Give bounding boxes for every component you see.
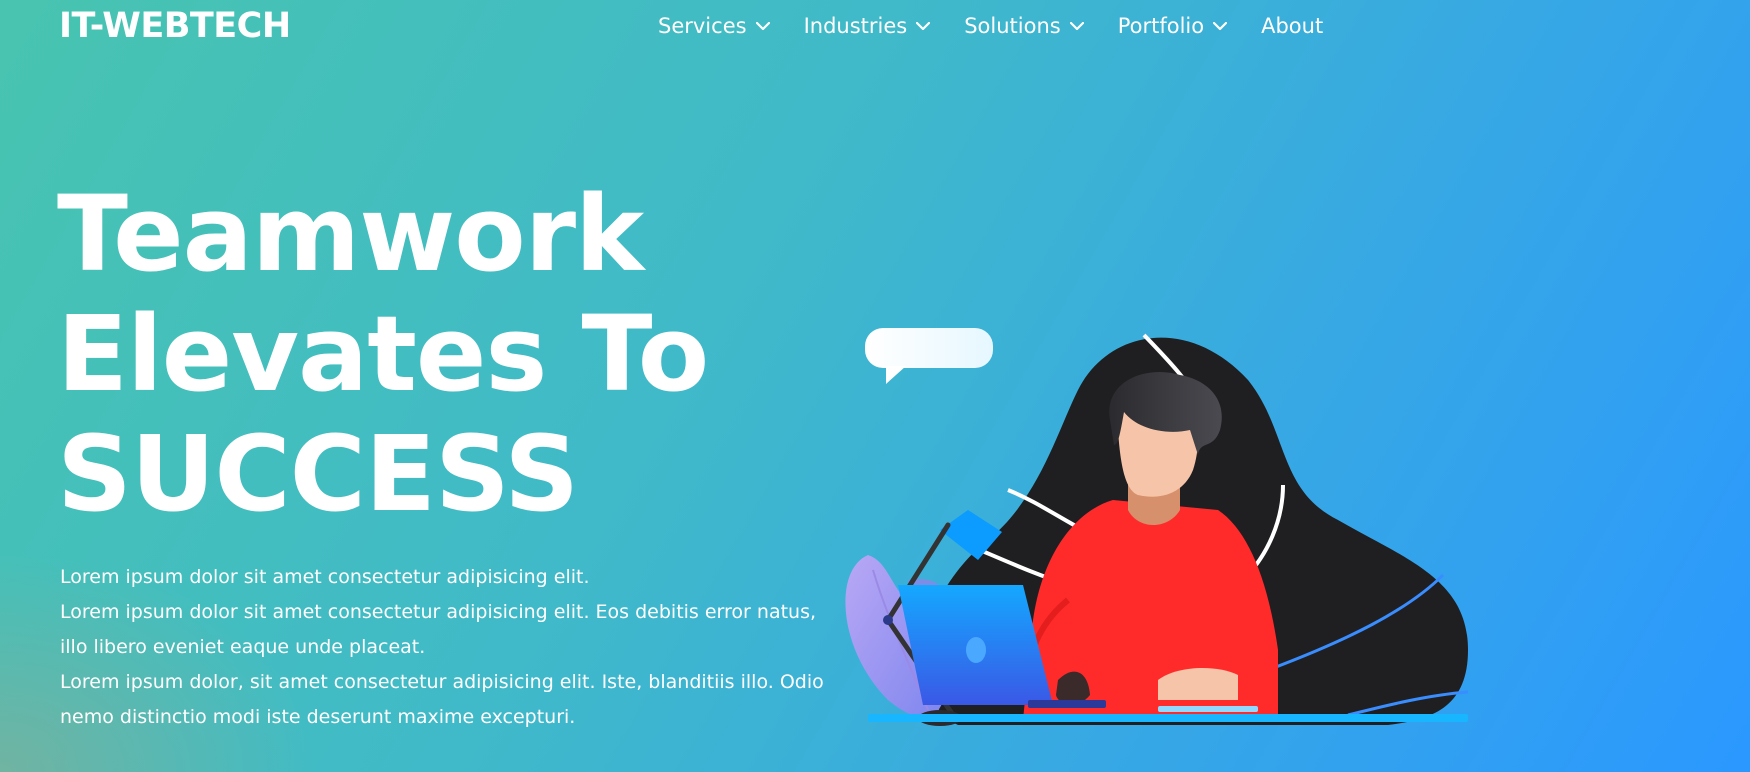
- hero-description: Lorem ipsum dolor sit amet consectetur a…: [60, 560, 840, 735]
- speech-bubble-icon: [865, 328, 993, 384]
- nav-item-label: Industries: [803, 14, 908, 38]
- nav-item-portfolio[interactable]: Portfolio: [1117, 14, 1228, 38]
- main-nav: Services Industries Solutions Portfolio …: [658, 14, 1357, 38]
- chevron-down-icon: [1069, 21, 1084, 31]
- hero-paragraph: Lorem ipsum dolor sit amet consectetur a…: [60, 601, 817, 658]
- hero-paragraph: Lorem ipsum dolor sit amet consectetur a…: [60, 566, 590, 588]
- nav-item-solutions[interactable]: Solutions: [964, 14, 1084, 38]
- hero-paragraph: Lorem ipsum dolor, sit amet consectetur …: [60, 671, 824, 728]
- chevron-down-icon: [755, 21, 770, 31]
- nav-item-label: About: [1261, 14, 1324, 38]
- hero-title-line: Teamwork: [57, 173, 644, 295]
- chevron-down-icon: [916, 21, 931, 31]
- site-logo[interactable]: IT-WEBTECH: [59, 6, 291, 46]
- nav-item-label: Solutions: [964, 14, 1061, 38]
- nav-item-label: Services: [658, 14, 747, 38]
- nav-item-label: Portfolio: [1117, 14, 1205, 38]
- chevron-down-icon: [1213, 21, 1228, 31]
- hero-illustration: [845, 328, 1469, 726]
- nav-item-about[interactable]: About: [1261, 14, 1323, 38]
- hero-title: Teamwork Elevates To SUCCESS: [57, 173, 709, 535]
- nav-item-services[interactable]: Services: [658, 14, 770, 38]
- hero-title-line: Elevates To: [57, 293, 709, 415]
- nav-item-industries[interactable]: Industries: [804, 14, 931, 38]
- hero-title-line: SUCCESS: [57, 413, 579, 535]
